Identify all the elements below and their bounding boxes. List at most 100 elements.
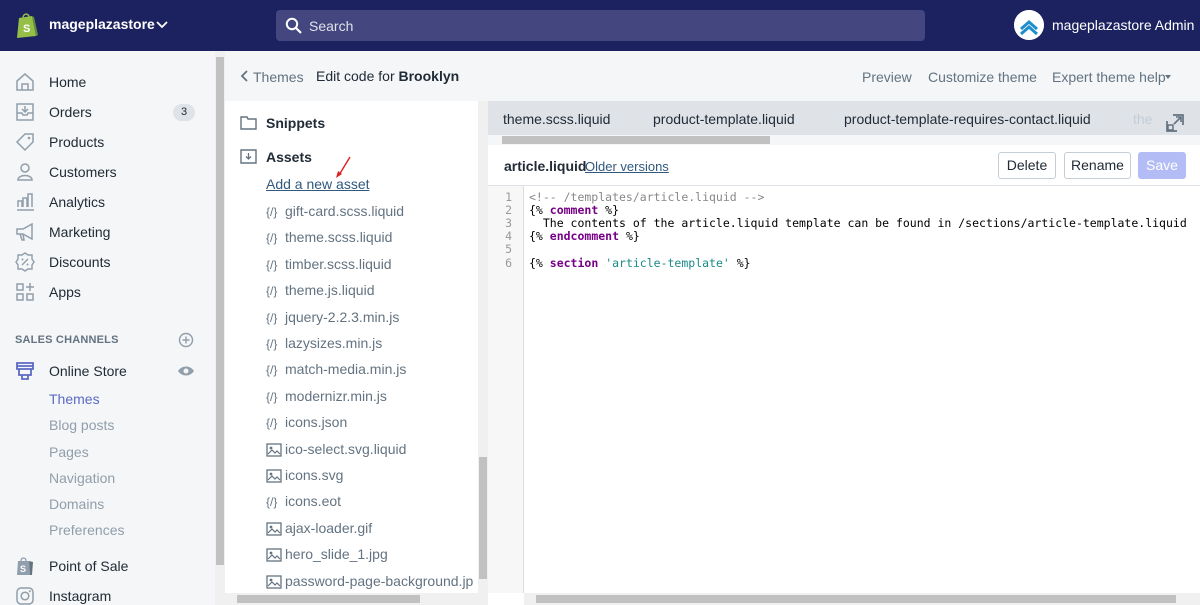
file-item[interactable]: {/} icons.eot — [266, 492, 476, 512]
code-token: {% — [529, 256, 550, 270]
sidebar-subitem-blog-posts[interactable]: Blog posts — [49, 417, 114, 433]
sidebar-subitem-pages[interactable]: Pages — [49, 444, 89, 460]
sidebar-subitem-domains[interactable]: Domains — [49, 496, 104, 512]
file-item[interactable]: ajax-loader.gif — [266, 519, 476, 539]
folder-snippets[interactable]: Snippets — [240, 112, 470, 134]
editor-tabs: theme.scss.liquid product-template.liqui… — [488, 101, 1200, 135]
current-file-name: article.liquid — [504, 158, 587, 174]
scrollbar-thumb[interactable] — [536, 595, 1176, 603]
preview-link[interactable]: Preview — [862, 69, 912, 85]
expert-theme-help-link[interactable]: Expert theme help — [1052, 69, 1166, 85]
sidebar-item-customers[interactable]: Customers — [0, 157, 215, 187]
add-new-asset-link[interactable]: Add a new asset — [266, 176, 370, 192]
sidebar-subitem-preferences[interactable]: Preferences — [49, 522, 124, 538]
file-item[interactable]: password-page-background.jp — [266, 572, 476, 592]
bar-chart-icon — [17, 193, 34, 211]
editor-header: article.liquid Older versions Delete Ren… — [488, 145, 1200, 186]
scrollbar-thumb[interactable] — [502, 136, 770, 144]
sidebar-item-home[interactable]: Home — [0, 67, 215, 97]
file-name: match-media.min.js — [285, 361, 407, 378]
scrollbar-thumb[interactable] — [237, 595, 420, 603]
file-tree-horizontal-scrollbar[interactable] — [225, 593, 488, 605]
save-button[interactable]: Save — [1138, 152, 1186, 179]
file-name: icons.svg — [285, 467, 344, 483]
older-versions-link[interactable]: Older versions — [585, 159, 669, 174]
sidebar-scrollbar[interactable] — [215, 51, 225, 605]
search-input[interactable]: Search — [276, 10, 925, 41]
shopify-logo-icon[interactable]: S — [15, 12, 38, 38]
rename-button[interactable]: Rename — [1064, 152, 1131, 179]
file-item[interactable]: {/} timber.scss.liquid — [266, 255, 476, 275]
sidebar-item-products[interactable]: Products — [0, 127, 215, 157]
file-item[interactable]: {/} theme.js.liquid — [266, 281, 476, 301]
sidebar-item-point-of-sale[interactable]: S Point of Sale — [0, 551, 215, 581]
chevron-down-icon[interactable] — [155, 18, 169, 32]
sidebar-item-analytics[interactable]: Analytics — [0, 187, 215, 217]
file-name: ajax-loader.gif — [285, 519, 373, 536]
file-name: icons.eot — [285, 493, 342, 510]
scrollbar-thumb[interactable] — [216, 57, 224, 565]
file-item[interactable]: {/} gift-card.scss.liquid — [266, 202, 476, 222]
file-item[interactable]: {/} jquery-2.2.3.min.js — [266, 308, 476, 328]
tab-overflow[interactable]: the — [1133, 111, 1152, 127]
back-to-themes-link[interactable]: Themes — [253, 69, 304, 85]
file-item[interactable]: {/} theme.scss.liquid — [266, 228, 476, 248]
sidebar-subitem-themes[interactable]: Themes — [49, 391, 100, 407]
sidebar-item-label: Instagram — [49, 588, 112, 604]
store-icon — [16, 362, 34, 380]
store-name[interactable]: mageplazastore — [49, 16, 155, 32]
line-number: 1 — [505, 190, 512, 204]
scrollbar-thumb[interactable] — [479, 457, 487, 579]
sidebar-item-online-store[interactable]: Online Store — [0, 356, 215, 386]
eye-icon[interactable] — [177, 363, 195, 379]
tab-theme-scss[interactable]: theme.scss.liquid — [503, 111, 610, 127]
sidebar-item-orders[interactable]: Orders 3 — [0, 97, 215, 127]
editor-horizontal-scrollbar[interactable] — [488, 593, 1200, 605]
file-item[interactable]: {/} modernizr.min.js — [266, 387, 476, 407]
code-editor[interactable]: <!-- /templates/article.liquid --> {% co… — [524, 186, 1200, 593]
sidebar-item-label: Online Store — [49, 363, 127, 379]
code-file-icon: {/} — [266, 257, 278, 272]
line-number-gutter: 1 2 3 4 5 6 — [488, 186, 524, 593]
chevron-left-icon[interactable] — [240, 70, 249, 82]
sidebar-subitem-navigation[interactable]: Navigation — [49, 470, 115, 486]
caret-down-icon[interactable] — [1165, 75, 1171, 79]
sidebar-item-instagram[interactable]: Instagram — [0, 581, 215, 605]
file-item[interactable]: {/} match-media.min.js — [266, 360, 476, 380]
avatar[interactable] — [1014, 10, 1044, 40]
sidebar-item-label: Customers — [49, 164, 117, 180]
file-tree-vertical-scrollbar[interactable] — [478, 101, 488, 593]
add-sales-channel-icon[interactable] — [178, 332, 194, 348]
delete-button[interactable]: Delete — [998, 152, 1056, 179]
person-icon — [17, 163, 33, 181]
file-name: jquery-2.2.3.min.js — [285, 308, 400, 325]
code-file-icon: {/} — [266, 389, 278, 404]
tag-icon — [15, 133, 34, 152]
sidebar-item-marketing[interactable]: Marketing — [0, 217, 215, 247]
page-title-prefix: Edit code for — [316, 68, 395, 84]
file-name: gift-card.scss.liquid — [285, 203, 405, 219]
file-item[interactable]: {/} icons.json — [266, 413, 476, 433]
sidebar-item-discounts[interactable]: Discounts — [0, 247, 215, 277]
expand-icon[interactable] — [1165, 113, 1185, 133]
tab-product-template[interactable]: product-template.liquid — [653, 111, 795, 127]
file-name: lazysizes.min.js — [285, 335, 383, 351]
file-item[interactable]: {/} lazysizes.min.js — [266, 334, 476, 354]
admin-name[interactable]: mageplazastore Admin — [1052, 17, 1194, 33]
point-of-sale-icon: S — [17, 557, 33, 575]
sidebar-item-label: Marketing — [49, 224, 111, 240]
tab-product-template-requires-contact[interactable]: product-template-requires-contact.liquid — [844, 111, 1091, 127]
sidebar-item-apps[interactable]: Apps — [0, 277, 215, 307]
file-item[interactable]: ico-select.svg.liquid — [266, 440, 476, 460]
file-name: timber.scss.liquid — [285, 255, 392, 272]
file-item[interactable]: icons.svg — [266, 466, 476, 486]
code-line: <!-- /templates/article.liquid --> — [529, 190, 765, 204]
customize-theme-link[interactable]: Customize theme — [928, 69, 1037, 85]
folder-open-icon — [240, 149, 257, 164]
folder-assets[interactable]: Assets — [240, 146, 470, 168]
sidebar-item-label: Home — [49, 74, 87, 90]
top-bar: S mageplazastore Search mageplazastore A… — [0, 0, 1200, 51]
tabs-scrollbar[interactable] — [488, 135, 1200, 145]
code-file-icon: {/} — [266, 205, 278, 219]
file-item[interactable]: hero_slide_1.jpg — [266, 545, 476, 565]
